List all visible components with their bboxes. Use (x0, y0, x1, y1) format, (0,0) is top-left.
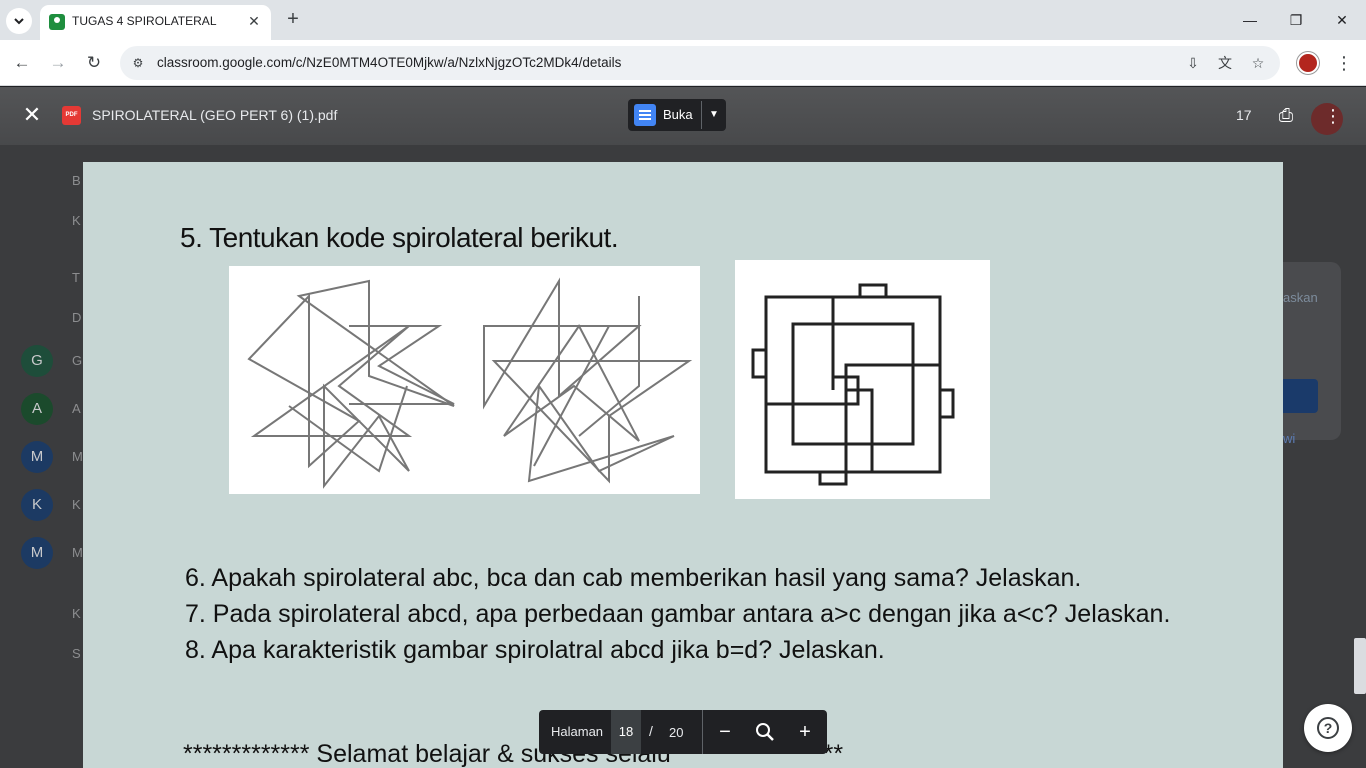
spirolateral-figure-star (229, 266, 700, 494)
close-tab-icon[interactable]: ✕ (245, 12, 263, 30)
address-bar[interactable]: ⚙ classroom.google.com/c/NzE0MTM4OTE0Mjk… (120, 46, 1280, 80)
sidebar-label: M (72, 449, 83, 464)
total-pages: 20 (669, 725, 684, 740)
class-avatar[interactable]: M (21, 441, 53, 473)
reload-icon[interactable]: ↻ (81, 50, 107, 76)
sidebar-label: A (72, 401, 81, 416)
sidebar-label: D (72, 310, 82, 325)
zoom-in-icon[interactable]: + (793, 720, 817, 744)
current-page-input[interactable]: 18 (611, 710, 641, 754)
tab-strip: TUGAS 4 SPIROLATERAL ✕ + — ❐ ✕ (0, 0, 1366, 40)
back-arrow-icon[interactable]: ← (9, 50, 35, 76)
sidebar-label: B (72, 173, 81, 188)
question-8: 8. Apa karakteristik gambar spirolatral … (185, 636, 885, 664)
questions-list: 6. Apakah spirolateral abc, bca dan cab … (185, 560, 1170, 668)
header-count: 17 (1236, 107, 1252, 123)
question-6: 6. Apakah spirolateral abc, bca dan cab … (185, 564, 1082, 592)
scrollbar-thumb[interactable] (1354, 638, 1366, 694)
url-text[interactable]: classroom.google.com/c/NzE0MTM4OTE0Mjkw/… (157, 55, 621, 70)
class-avatar[interactable]: G (21, 345, 53, 377)
side-card-text: wi (1283, 431, 1296, 446)
minimize-button[interactable]: — (1238, 8, 1262, 32)
translate-icon[interactable]: 文 (1215, 53, 1235, 73)
assignment-side-card: askan (1283, 262, 1341, 440)
help-icon: ? (1317, 717, 1339, 739)
pdf-file-icon: PDF (62, 106, 81, 125)
forward-arrow-icon[interactable]: → (45, 50, 71, 76)
question-5: 5. Tentukan kode spirolateral berikut. (180, 222, 619, 253)
site-settings-icon[interactable]: ⚙ (130, 55, 146, 71)
sidebar-label: S (72, 646, 81, 661)
pdf-page: 5. Tentukan kode spirolateral berikut. 6… (83, 162, 1283, 768)
divider (702, 710, 703, 754)
sidebar-label: M (72, 545, 83, 560)
question-7: 7. Pada spirolateral abcd, apa perbedaan… (185, 600, 1171, 628)
class-avatar[interactable]: A (21, 393, 53, 425)
spirolateral-figure-squares (735, 260, 990, 499)
print-icon[interactable]: ⎙ (1275, 105, 1297, 125)
page-separator: / (649, 723, 653, 739)
new-tab-button[interactable]: + (282, 8, 304, 30)
sidebar-label: K (72, 606, 81, 621)
chevron-down-icon (14, 18, 24, 25)
tab-search-button[interactable] (6, 8, 32, 34)
sidebar-label: T (72, 270, 80, 285)
classroom-favicon-icon (49, 14, 65, 30)
close-window-button[interactable]: ✕ (1330, 8, 1354, 32)
file-name: SPIROLATERAL (GEO PERT 6) (1).pdf (92, 107, 338, 123)
zoom-out-icon[interactable]: − (713, 720, 737, 744)
class-avatar[interactable]: K (21, 489, 53, 521)
sidebar-label: K (72, 497, 81, 512)
more-options-icon[interactable]: ⋮ (1324, 103, 1342, 129)
browser-tab[interactable]: TUGAS 4 SPIROLATERAL ✕ (40, 5, 271, 40)
sidebar-label: G (72, 353, 83, 368)
side-card-text: askan (1283, 290, 1318, 305)
help-button[interactable]: ? (1304, 704, 1352, 752)
class-avatar[interactable]: M (21, 537, 53, 569)
install-app-icon[interactable]: ⇩ (1183, 53, 1203, 73)
pdf-viewer-header: ✕ PDF SPIROLATERAL (GEO PERT 6) (1).pdf … (0, 87, 1366, 145)
google-docs-icon (634, 104, 656, 126)
page-label: Halaman (551, 724, 604, 739)
profile-avatar[interactable] (1297, 52, 1319, 74)
caret-down-icon[interactable]: ▼ (701, 101, 726, 129)
open-with-label: Buka (663, 107, 693, 122)
browser-toolbar: ← → ↻ ⚙ classroom.google.com/c/NzE0MTM4O… (0, 40, 1366, 86)
tab-title: TUGAS 4 SPIROLATERAL (72, 14, 217, 28)
bookmark-star-icon[interactable]: ☆ (1248, 53, 1268, 73)
side-card-button (1283, 379, 1318, 413)
page-controls: Halaman 18 / 20 − + (539, 710, 827, 754)
sidebar-label: K (72, 213, 81, 228)
restore-button[interactable]: ❐ (1284, 8, 1308, 32)
browser-menu-icon[interactable]: ⋮ (1334, 50, 1354, 76)
close-icon[interactable]: ✕ (20, 103, 44, 127)
zoom-magnifier-icon[interactable] (753, 720, 777, 744)
open-with-button[interactable]: Buka ▼ (628, 99, 726, 131)
